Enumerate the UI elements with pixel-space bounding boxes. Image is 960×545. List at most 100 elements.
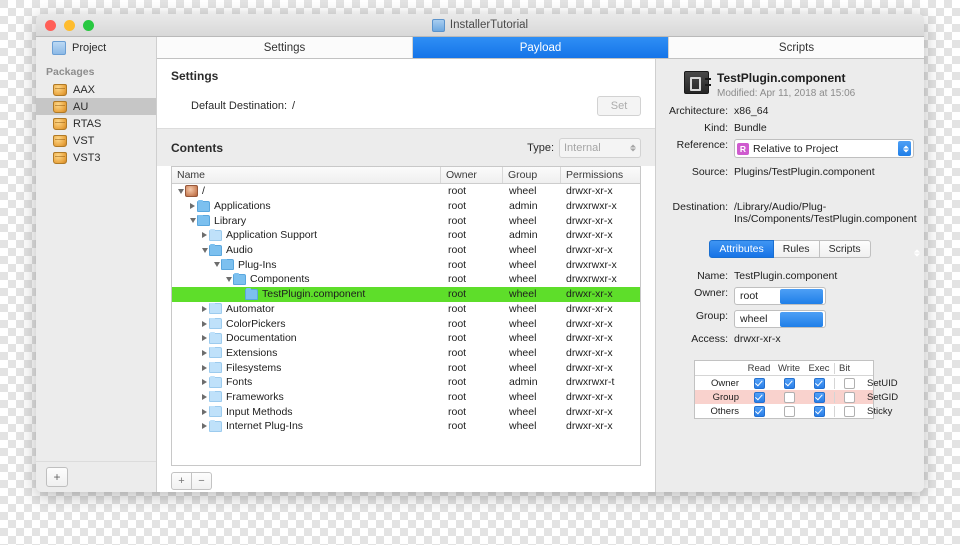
add-content-button[interactable]: + bbox=[171, 472, 192, 490]
disclosure-triangle-closed-icon[interactable] bbox=[200, 305, 209, 312]
table-row[interactable]: Applications root admin drwxrwxr-x bbox=[172, 199, 640, 214]
add-package-button[interactable]: + bbox=[46, 467, 68, 487]
group-value: wheel bbox=[740, 313, 768, 325]
matrix-header-row: Read Write Exec Bit bbox=[695, 361, 873, 376]
row-group: wheel bbox=[509, 390, 537, 403]
column-header-permissions[interactable]: Permissions bbox=[561, 167, 640, 183]
folder-icon bbox=[209, 346, 222, 359]
table-row[interactable]: Extensions root wheel drwxr-xr-x bbox=[172, 346, 640, 361]
table-row[interactable]: Filesystems root wheel drwxr-xr-x bbox=[172, 360, 640, 375]
folder-icon bbox=[209, 229, 222, 241]
table-row[interactable]: Documentation root wheel drwxr-xr-x bbox=[172, 331, 640, 346]
disclosure-triangle-closed-icon[interactable] bbox=[200, 364, 209, 371]
disclosure-triangle-open-icon[interactable] bbox=[188, 218, 197, 224]
sidebar-item-rtas[interactable]: RTAS bbox=[36, 115, 156, 132]
sidebar-item-aax[interactable]: AAX bbox=[36, 81, 156, 98]
tab-settings[interactable]: Settings bbox=[157, 37, 413, 58]
table-row[interactable]: Internet Plug-Ins root wheel drwxr-xr-x bbox=[172, 419, 640, 434]
checkbox-read[interactable] bbox=[753, 377, 765, 389]
inspector-modified: Modified: Apr 11, 2018 at 15:06 bbox=[717, 88, 856, 99]
table-row[interactable]: TestPlugin.component root wheel drwxr-xr-x bbox=[172, 286, 640, 302]
row-owner: root bbox=[448, 361, 467, 374]
table-row[interactable]: Components root wheel drwxrwxr-x bbox=[172, 272, 640, 287]
inspector-tab-scripts[interactable]: Scripts bbox=[819, 240, 871, 258]
owner-row: Owner: root bbox=[656, 249, 920, 305]
row-group: wheel bbox=[509, 273, 537, 286]
table-row[interactable]: Audio root wheel drwxr-xr-x bbox=[172, 243, 640, 258]
checkbox-read[interactable] bbox=[753, 405, 765, 417]
window-title-text: InstallerTutorial bbox=[449, 19, 529, 31]
disclosure-triangle-closed-icon[interactable] bbox=[188, 203, 197, 210]
tab-payload[interactable]: Payload bbox=[413, 37, 669, 58]
set-button[interactable]: Set bbox=[597, 96, 641, 116]
disclosure-triangle-closed-icon[interactable] bbox=[200, 393, 209, 400]
disclosure-triangle-open-icon[interactable] bbox=[176, 188, 185, 194]
folder-icon bbox=[209, 405, 222, 418]
table-row[interactable]: Frameworks root wheel drwxr-xr-x bbox=[172, 390, 640, 405]
sidebar-item-project[interactable]: Project bbox=[36, 37, 156, 58]
name-label: Name: bbox=[697, 270, 728, 282]
package-icon bbox=[53, 100, 67, 113]
row-owner: root bbox=[448, 200, 467, 213]
package-icon bbox=[53, 151, 67, 164]
column-header-name[interactable]: Name bbox=[172, 167, 441, 183]
row-group: wheel bbox=[509, 332, 537, 345]
group-select[interactable]: wheel bbox=[734, 249, 920, 328]
table-row[interactable]: Automator root wheel drwxr-xr-x bbox=[172, 302, 640, 317]
disclosure-triangle-open-icon[interactable] bbox=[200, 247, 209, 253]
disclosure-triangle-closed-icon[interactable] bbox=[200, 335, 209, 342]
matrix-row-label: Owner bbox=[711, 377, 739, 389]
disclosure-triangle-closed-icon[interactable] bbox=[200, 408, 209, 415]
settings-title: Settings bbox=[171, 69, 219, 83]
row-permissions: drwxr-xr-x bbox=[566, 346, 613, 359]
checkbox-exec[interactable] bbox=[813, 377, 825, 389]
row-name: Frameworks bbox=[226, 390, 284, 403]
checkbox-write[interactable] bbox=[783, 405, 795, 417]
checkbox-write[interactable] bbox=[783, 377, 795, 389]
column-header-group[interactable]: Group bbox=[503, 167, 561, 183]
checkbox-bit[interactable] bbox=[843, 391, 855, 403]
disclosure-triangle-open-icon[interactable] bbox=[212, 262, 221, 268]
type-select[interactable]: Internal bbox=[559, 138, 641, 158]
row-group: wheel bbox=[509, 405, 537, 418]
table-row[interactable]: Application Support root admin drwxr-xr-x bbox=[172, 228, 640, 243]
disclosure-triangle-closed-icon[interactable] bbox=[200, 320, 209, 327]
table-row[interactable]: Plug-Ins root wheel drwxrwxr-x bbox=[172, 257, 640, 272]
destination-label: Destination: bbox=[672, 201, 728, 213]
table-row[interactable]: Fonts root admin drwxrwxr-t bbox=[172, 375, 640, 390]
inspector-tab-attributes[interactable]: Attributes bbox=[709, 240, 774, 258]
checkbox-read[interactable] bbox=[753, 391, 765, 403]
checkbox-write[interactable] bbox=[783, 391, 795, 403]
sidebar-item-label: RTAS bbox=[73, 117, 102, 130]
disclosure-triangle-closed-icon[interactable] bbox=[200, 379, 209, 386]
checkbox-exec[interactable] bbox=[813, 391, 825, 403]
table-row[interactable]: / root wheel drwxr-xr-x bbox=[172, 184, 640, 199]
checkbox-bit[interactable] bbox=[843, 405, 855, 417]
disclosure-triangle-open-icon[interactable] bbox=[224, 276, 233, 282]
remove-content-button[interactable]: − bbox=[192, 472, 212, 490]
sidebar-item-vst3[interactable]: VST3 bbox=[36, 149, 156, 166]
row-name: Filesystems bbox=[226, 361, 282, 374]
matrix-row-group: Group SetGID bbox=[695, 390, 898, 404]
sidebar-item-vst[interactable]: VST bbox=[36, 132, 156, 149]
disclosure-triangle-closed-icon[interactable] bbox=[200, 423, 209, 430]
owner-select[interactable]: root bbox=[734, 249, 920, 305]
disclosure-triangle-closed-icon[interactable] bbox=[200, 232, 209, 239]
checkbox-exec[interactable] bbox=[813, 405, 825, 417]
table-row[interactable]: ColorPickers root wheel drwxr-xr-x bbox=[172, 316, 640, 331]
checkbox-bit[interactable] bbox=[843, 377, 855, 389]
tab-scripts[interactable]: Scripts bbox=[669, 37, 924, 58]
row-group: wheel bbox=[509, 420, 537, 433]
row-owner: root bbox=[448, 376, 467, 389]
sidebar-item-au[interactable]: AU bbox=[36, 98, 156, 115]
column-header-owner[interactable]: Owner bbox=[441, 167, 503, 183]
settings-section: Settings Default Destination: / Set bbox=[157, 59, 655, 129]
row-name: Application Support bbox=[226, 229, 318, 242]
row-permissions: drwxrwxr-t bbox=[566, 376, 615, 389]
table-row[interactable]: Input Methods root wheel drwxr-xr-x bbox=[172, 404, 640, 419]
inspector-tab-rules[interactable]: Rules bbox=[773, 240, 820, 258]
table-row[interactable]: Library root wheel drwxr-xr-x bbox=[172, 213, 640, 228]
name-value: TestPlugin.component bbox=[734, 270, 838, 282]
reference-select[interactable]: R Relative to Project bbox=[734, 139, 914, 158]
disclosure-triangle-closed-icon[interactable] bbox=[200, 349, 209, 356]
